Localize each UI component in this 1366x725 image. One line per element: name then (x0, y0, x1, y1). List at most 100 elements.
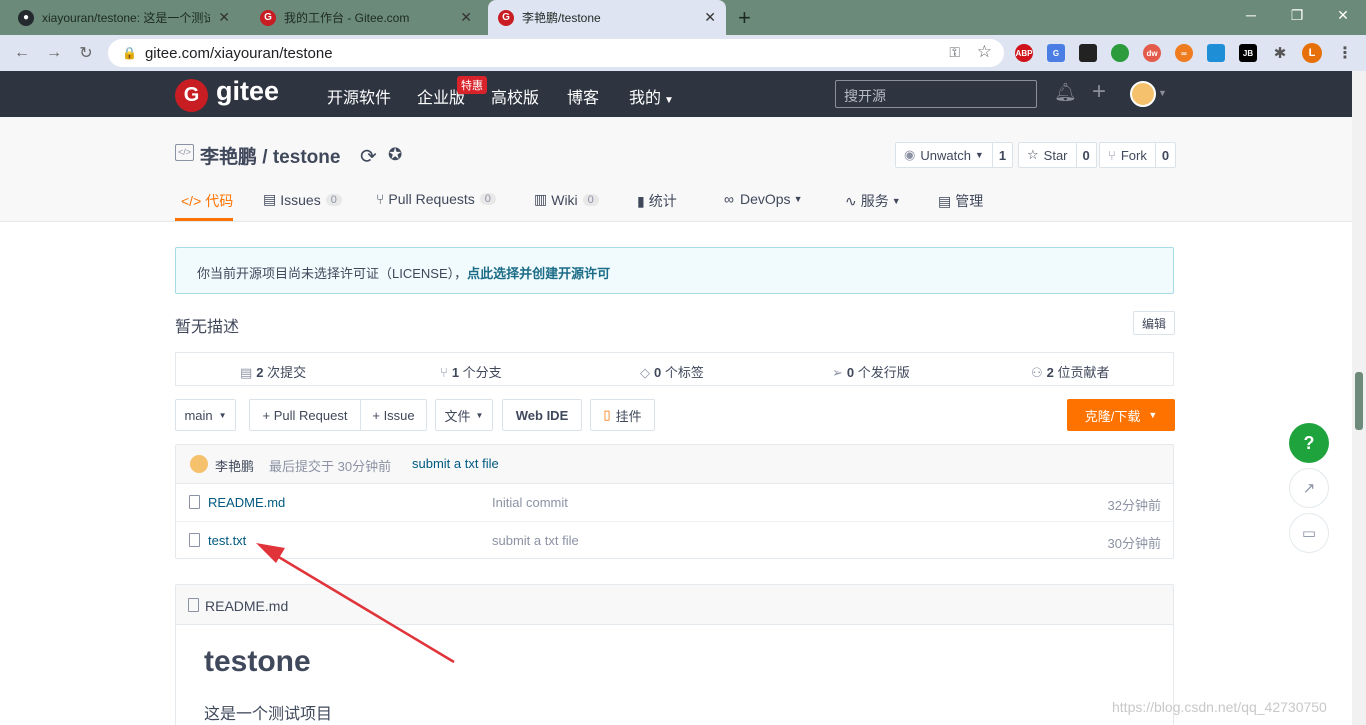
bookmark-star-icon[interactable]: ☆ (977, 42, 992, 62)
plus-icon[interactable]: + (1092, 78, 1106, 106)
file-time: 32分钟前 (1107, 498, 1161, 513)
stat-tags[interactable]: ◇ 0 个标签 (640, 362, 704, 381)
tab-wiki-label: Wiki (551, 191, 578, 208)
caret-down-icon: ▼ (1148, 410, 1158, 420)
tab-devops[interactable]: ∞ DevOps ▼ (724, 191, 802, 207)
widget-label: 挂件 (615, 408, 642, 424)
extension-icon[interactable] (1079, 44, 1097, 62)
close-tab-icon[interactable]: ✕ (704, 9, 716, 26)
browser-tab-2[interactable]: G 我的工作台 - Gitee.com ✕ (250, 0, 482, 35)
tab-code[interactable]: </> 代码 (181, 191, 233, 211)
browser-tab-1[interactable]: ● xiayouran/testone: 这是一个测试 ✕ (8, 0, 240, 35)
stat-branches-num: 1 (451, 365, 460, 380)
browser-tab-3[interactable]: G 李艳鹏/testone ✕ (488, 0, 726, 35)
sync-icon[interactable]: ⟳ (360, 144, 377, 169)
tab-stats[interactable]: ▮ 统计 (637, 191, 677, 211)
stat-tags-num: 0 (654, 365, 662, 380)
send-icon: ➢ (832, 365, 843, 380)
tab-pull-requests[interactable]: ⑂ Pull Requests 0 (376, 191, 496, 207)
files-dropdown[interactable]: 文件 ▼ (435, 399, 493, 431)
fork-label: Fork (1120, 147, 1147, 163)
jetbrains-extension-icon[interactable]: JB (1239, 44, 1257, 62)
clone-download-button[interactable]: 克隆/下载 ▼ (1067, 399, 1175, 431)
infinity-extension-icon[interactable]: ∞ (1175, 44, 1193, 62)
readme-filename[interactable]: README.md (205, 598, 288, 614)
back-icon[interactable]: ← (10, 41, 34, 65)
reload-icon[interactable]: ↻ (74, 41, 98, 65)
notice-license-link[interactable]: 点此选择并创建开源许可 (467, 266, 610, 281)
close-window-icon[interactable]: ✕ (1320, 0, 1366, 30)
user-avatar[interactable] (1130, 81, 1156, 107)
hot-badge: 特惠 (457, 76, 487, 94)
watch-count[interactable]: 1 (993, 143, 1012, 167)
file-name-link[interactable]: README.md (208, 495, 285, 510)
file-commit-message[interactable]: Initial commit (492, 495, 568, 510)
repo-owner[interactable]: 李艳鹏 (200, 147, 257, 168)
star-count[interactable]: 0 (1077, 143, 1096, 167)
restore-icon[interactable]: ❐ (1274, 0, 1320, 30)
tab-manage[interactable]: ▤ 管理 (938, 191, 983, 211)
star-button[interactable]: ☆ Star 0 (1018, 142, 1097, 168)
stat-releases[interactable]: ➢ 0 个发行版 (832, 362, 910, 381)
share-icon[interactable]: ↗ (1289, 468, 1329, 508)
translate-icon[interactable]: G (1047, 44, 1065, 62)
stat-contributors[interactable]: ⚇ 2 位贡献者 (1031, 362, 1110, 381)
fork-button[interactable]: ⑂ Fork 0 (1099, 142, 1177, 168)
minimize-icon[interactable]: ─ (1228, 0, 1274, 30)
readme-header: README.md (176, 585, 1173, 625)
nav-education[interactable]: 高校版 (491, 84, 539, 108)
fork-count[interactable]: 0 (1156, 143, 1175, 167)
watch-label: Unwatch (920, 147, 971, 163)
nav-blog[interactable]: 博客 (567, 84, 599, 108)
globe-extension-icon[interactable] (1111, 44, 1129, 62)
gitee-logo-icon[interactable]: G (175, 79, 208, 112)
dw-extension-icon[interactable]: dw (1143, 44, 1161, 62)
stat-commits-num: 2 (256, 365, 264, 380)
close-tab-icon[interactable]: ✕ (218, 9, 230, 26)
watch-button[interactable]: ◉ Unwatch ▼ 1 (895, 142, 1014, 168)
search-input[interactable]: 搜开源 (835, 80, 1037, 108)
close-tab-icon[interactable]: ✕ (460, 9, 472, 26)
key-icon[interactable]: ⚿ (949, 44, 960, 61)
gitee-logo-text[interactable]: gitee (216, 76, 279, 107)
clone-label: 克隆/下载 (1084, 408, 1141, 424)
scrollbar-thumb[interactable] (1355, 372, 1363, 430)
tab-title: 我的工作台 - Gitee.com (284, 11, 410, 25)
comment-icon[interactable]: ▭ (1289, 513, 1329, 553)
commit-author[interactable]: 李艳鹏 (215, 456, 254, 475)
tag-icon: ◇ (640, 365, 650, 380)
forward-icon[interactable]: → (42, 41, 66, 65)
adblock-icon[interactable]: ABP (1015, 44, 1033, 62)
profile-avatar[interactable]: L (1302, 43, 1322, 63)
tab-issues[interactable]: ▤ Issues 0 (263, 191, 342, 208)
avatar-caret-icon[interactable]: ▼ (1158, 88, 1167, 98)
puzzle-icon[interactable]: ✱ (1271, 44, 1289, 62)
url-field[interactable]: 🔒 gitee.com/xiayouran/testone ⚿ ☆ (108, 39, 1004, 67)
tab-wiki[interactable]: ▥ Wiki 0 (534, 191, 599, 208)
widget-button[interactable]: ▯ 挂件 (590, 399, 655, 431)
edit-description-button[interactable]: 编辑 (1133, 311, 1175, 335)
stat-commits[interactable]: ▤ 2 次提交 (240, 362, 306, 381)
file-commit-message[interactable]: submit a txt file (492, 533, 579, 548)
file-name-link[interactable]: test.txt (208, 533, 246, 548)
stat-contributors-label: 位贡献者 (1057, 365, 1110, 380)
author-avatar[interactable] (190, 455, 208, 473)
cloud-extension-icon[interactable] (1207, 44, 1225, 62)
stat-tags-label: 个标签 (664, 365, 704, 380)
bell-icon[interactable]: 🔔︎ (1054, 82, 1077, 103)
nav-mine[interactable]: 我的 ▼ (629, 84, 674, 108)
browser-menu-icon[interactable]: ⋮ (1336, 44, 1354, 62)
repo-description: 暂无描述 (175, 319, 240, 336)
recommend-icon[interactable]: ✪ (388, 145, 402, 165)
help-button[interactable]: ? (1289, 423, 1329, 463)
new-tab-button[interactable]: + (738, 5, 751, 31)
repo-name[interactable]: testone (273, 147, 341, 168)
web-ide-button[interactable]: Web IDE (502, 399, 582, 431)
new-pull-request-button[interactable]: + Pull Request (249, 399, 361, 431)
branch-select[interactable]: main ▼ (175, 399, 236, 431)
new-issue-button[interactable]: + Issue (360, 399, 427, 431)
commit-message[interactable]: submit a txt file (412, 456, 499, 471)
nav-open-source[interactable]: 开源软件 (327, 84, 391, 108)
stat-branches[interactable]: ⑂ 1 个分支 (440, 362, 502, 381)
tab-services[interactable]: ∿ 服务 ▼ (845, 191, 901, 211)
